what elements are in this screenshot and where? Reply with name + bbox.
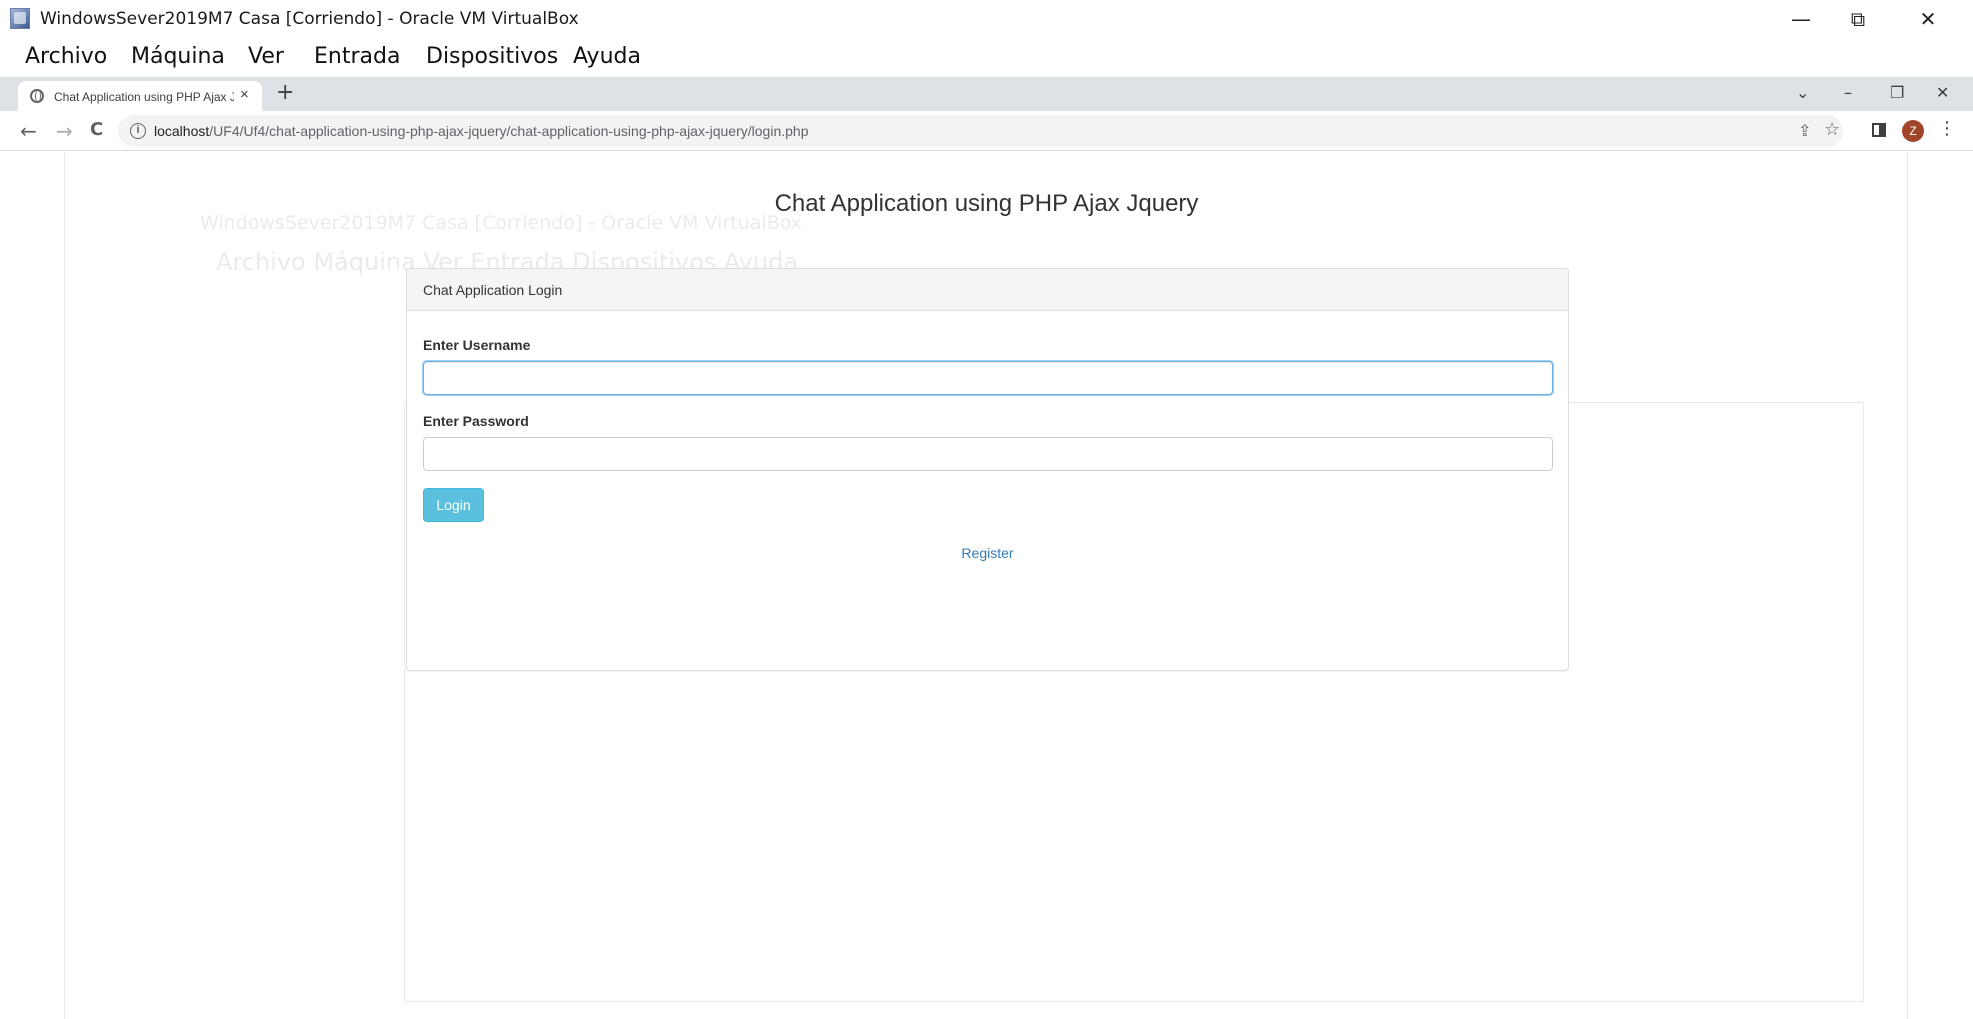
login-button[interactable]: Login	[423, 488, 484, 522]
username-input[interactable]	[423, 361, 1553, 395]
share-icon[interactable]: ⇪	[1798, 121, 1811, 140]
tab-search-icon[interactable]: ⌄	[1796, 83, 1809, 102]
menu-ayuda[interactable]: Ayuda	[573, 44, 641, 69]
url-host: localhost	[154, 123, 210, 139]
back-arrow-icon[interactable]: ←	[20, 119, 37, 143]
browser-minimize-button[interactable]: –	[1844, 83, 1852, 102]
window-minimize-button[interactable]: —	[1773, 4, 1829, 34]
reload-icon[interactable]: C	[90, 119, 103, 140]
vbox-menubar: Archivo Máquina Ver Entrada Dispositivos…	[0, 40, 1973, 76]
username-label: Enter Username	[423, 337, 531, 353]
menu-ver[interactable]: Ver	[248, 44, 284, 69]
profile-avatar[interactable]: Z	[1902, 120, 1924, 142]
window-maximize-button[interactable]: ⧉	[1830, 4, 1886, 34]
page-content: WindowsSever2019M7 Casa [Corriendo] - Or…	[0, 152, 1973, 1019]
url-text[interactable]: localhost/UF4/Uf4/chat-application-using…	[154, 123, 808, 139]
url-path: /UF4/Uf4/chat-application-using-php-ajax…	[209, 123, 809, 139]
browser-close-button[interactable]: ✕	[1936, 83, 1949, 102]
register-link[interactable]: Register	[407, 545, 1568, 561]
password-label: Enter Password	[423, 413, 529, 429]
panel-heading: Chat Application Login	[407, 269, 1568, 311]
login-panel: Chat Application Login Enter Username En…	[406, 268, 1569, 671]
browser-toolbar: ← → C i localhost/UF4/Uf4/chat-applicati…	[0, 111, 1973, 151]
browser-restore-button[interactable]: ❐	[1890, 83, 1904, 102]
site-info-icon[interactable]: i	[130, 123, 146, 139]
vbox-titlebar: WindowsSever2019M7 Casa [Corriendo] - Or…	[0, 0, 1973, 40]
globe-icon	[30, 89, 44, 103]
password-input[interactable]	[423, 437, 1553, 471]
bookmark-star-icon[interactable]: ☆	[1824, 119, 1840, 140]
menu-archivo[interactable]: Archivo	[25, 44, 107, 69]
menu-entrada[interactable]: Entrada	[314, 44, 400, 69]
browser-tab[interactable]: Chat Application using PHP Ajax Jquery ×	[18, 81, 262, 111]
forward-arrow-icon[interactable]: →	[56, 119, 73, 143]
side-panel-icon[interactable]	[1872, 123, 1886, 137]
tab-title: Chat Application using PHP Ajax Jquery	[54, 90, 234, 104]
menu-maquina[interactable]: Máquina	[131, 44, 225, 69]
browser-tab-strip: Chat Application using PHP Ajax Jquery ×…	[0, 77, 1973, 111]
new-tab-button[interactable]: +	[276, 80, 294, 105]
panel-title: Chat Application Login	[423, 282, 563, 298]
page-title: Chat Application using PHP Ajax Jquery	[774, 190, 1199, 217]
vbox-window-title: WindowsSever2019M7 Casa [Corriendo] - Or…	[40, 9, 579, 29]
address-bar[interactable]: i localhost/UF4/Uf4/chat-application-usi…	[118, 115, 1843, 147]
window-close-button[interactable]: ✕	[1900, 4, 1956, 34]
tab-close-icon[interactable]: ×	[240, 86, 249, 103]
menu-dispositivos[interactable]: Dispositivos	[426, 44, 558, 69]
virtualbox-logo-icon	[10, 8, 30, 29]
browser-menu-icon[interactable]: ⋮	[1938, 118, 1956, 139]
